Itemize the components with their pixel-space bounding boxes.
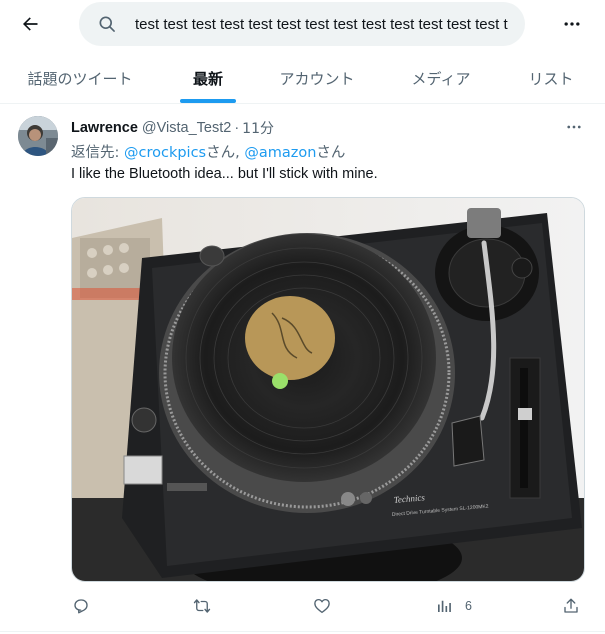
search-tabs: 話題のツイート 最新 アカウント メディア リスト — [0, 54, 605, 104]
tweet-more-button[interactable] — [558, 116, 590, 138]
reply-suffix: さん, — [206, 145, 245, 161]
tab-latest[interactable]: 最新 — [178, 54, 238, 103]
more-options-button[interactable] — [556, 8, 588, 40]
tweet-text: I like the Bluetooth idea... but I'll st… — [71, 166, 378, 182]
tab-label: アカウント — [279, 70, 355, 88]
reply-suffix: さん — [316, 145, 346, 161]
reply-icon — [74, 599, 88, 614]
tweet-actions: 6 — [0, 594, 605, 618]
avatar-image — [18, 116, 58, 156]
search-icon — [99, 16, 115, 32]
retweet-button[interactable] — [192, 594, 212, 618]
separator-dot: · — [234, 120, 240, 136]
search-input[interactable] — [135, 15, 515, 33]
more-horizontal-icon — [564, 22, 580, 26]
avatar[interactable] — [18, 116, 58, 156]
views-chart-icon — [438, 600, 451, 612]
top-bar — [0, 0, 605, 50]
tab-top[interactable]: 話題のツイート — [18, 54, 142, 103]
reply-button[interactable] — [72, 594, 90, 618]
reply-prefix: 返信先: — [71, 145, 124, 161]
tab-label: リスト — [528, 70, 574, 88]
active-tab-indicator — [180, 99, 236, 103]
more-horizontal-icon — [567, 125, 581, 129]
share-button[interactable] — [562, 594, 580, 618]
tab-accounts[interactable]: アカウント — [270, 54, 364, 103]
turntable-image: Technics Direct Drive Turntable System S… — [72, 198, 584, 581]
tab-label: 話題のツイート — [27, 70, 133, 88]
heart-icon — [314, 598, 330, 614]
tab-label: メディア — [411, 70, 471, 88]
share-icon — [564, 598, 578, 613]
reply-mention-link[interactable]: @crockpics — [124, 145, 206, 161]
tab-media[interactable]: メディア — [403, 54, 479, 103]
reply-context: 返信先: @crockpicsさん, @amazonさん — [71, 141, 345, 162]
tweet[interactable]: Lawrence @Vista_Test2 · 11分 返信先: @crockp… — [0, 104, 605, 634]
author-handle[interactable]: @Vista_Test2 — [142, 120, 231, 136]
like-button[interactable] — [313, 594, 331, 618]
reply-mention-link[interactable]: @amazon — [244, 145, 316, 161]
views-button[interactable]: 6 — [435, 594, 472, 618]
search-bar[interactable] — [79, 2, 525, 46]
tweet-media-photo[interactable]: Technics Direct Drive Turntable System S… — [71, 197, 585, 582]
retweet-icon — [193, 599, 211, 613]
divider — [0, 631, 605, 632]
author-name[interactable]: Lawrence — [71, 120, 138, 136]
tab-label: 最新 — [192, 70, 223, 88]
tweet-header: Lawrence @Vista_Test2 · 11分 — [71, 118, 274, 138]
tweet-time[interactable]: 11分 — [242, 118, 274, 138]
arrow-left-icon — [23, 17, 38, 31]
back-button[interactable] — [14, 8, 46, 40]
tab-lists[interactable]: リスト — [520, 54, 582, 103]
views-count: 6 — [465, 599, 472, 613]
